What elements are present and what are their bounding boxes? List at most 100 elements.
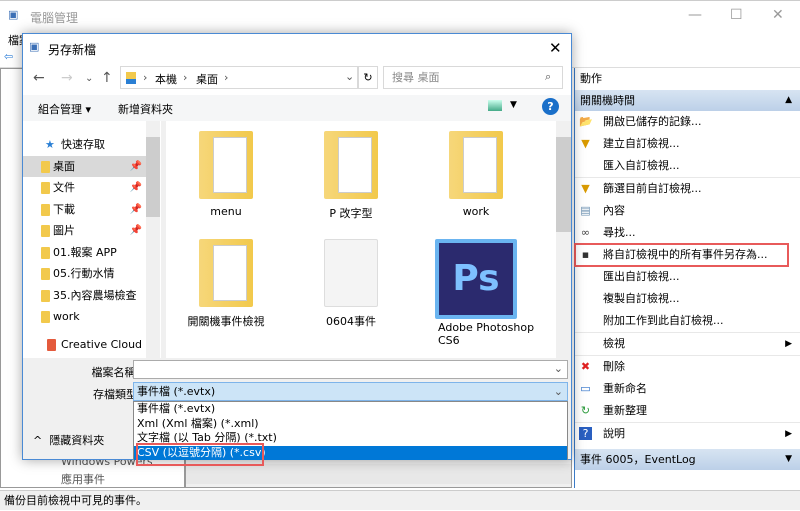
nav-label: 桌面	[53, 159, 75, 173]
pin-icon[interactable]: 📌	[130, 177, 142, 199]
action-item[interactable]: ↻ 重新整理	[575, 400, 800, 422]
pin-icon[interactable]: 📌	[130, 220, 142, 242]
folder-icon	[41, 182, 50, 194]
action-item[interactable]: 附加工作到此自訂檢視...	[575, 310, 800, 332]
nav-item[interactable]: 文件 📌	[23, 177, 146, 199]
files-scrollbar[interactable]	[556, 121, 571, 358]
search-input[interactable]: 搜尋 桌面	[383, 66, 563, 89]
up-button[interactable]: ↑	[101, 70, 113, 86]
action-item[interactable]: 📂 開啟已儲存的記錄...	[575, 111, 800, 133]
minimize-button[interactable]: —	[688, 7, 702, 23]
address-dropdown-icon[interactable]: ⌄	[345, 70, 354, 83]
breadcrumb-desktop[interactable]: 桌面	[196, 71, 218, 87]
recent-dropdown[interactable]: ⌄	[85, 73, 93, 84]
action-item[interactable]: ▤ 內容	[575, 200, 800, 222]
file-name: Adobe Photoshop CS6	[438, 321, 535, 347]
breadcrumb-this-pc[interactable]: 本機	[155, 71, 177, 87]
nav-label: 圖片	[53, 224, 75, 237]
action-item[interactable]: 匯出自訂檢視...	[575, 266, 800, 288]
file-tile[interactable]: 開關機事件檢視	[166, 229, 286, 329]
folder-open-icon: 📂	[579, 115, 593, 128]
file-name: 0604事件	[326, 315, 376, 328]
computer-management-icon: ▣	[8, 8, 19, 21]
nav-creative-cloud[interactable]: Creative Cloud Files	[23, 334, 146, 356]
nav-item[interactable]: 05.行動水情	[23, 263, 146, 285]
tree-item[interactable]: 應用事件	[61, 471, 105, 487]
new-folder-button[interactable]: 新增資料夾	[118, 101, 173, 117]
action-item[interactable]: 匯入自訂檢視...	[575, 155, 800, 177]
action-item[interactable]: ? 說明 ▶	[575, 423, 800, 445]
view-dropdown-icon[interactable]: ▼	[510, 100, 517, 110]
folder-icon	[41, 268, 50, 280]
nav-item[interactable]: 圖片 📌	[23, 220, 146, 242]
forward-button[interactable]: →	[61, 70, 73, 86]
submenu-arrow-icon: ▶	[785, 339, 792, 349]
refresh-icon: ↻	[580, 404, 591, 417]
back-icon[interactable]: ⇦	[4, 50, 13, 63]
action-label: 附加工作到此自訂檢視...	[603, 314, 724, 327]
nav-quick-access[interactable]: ★ 快速存取	[23, 134, 146, 156]
organize-button[interactable]: 組合管理 ▾	[38, 101, 91, 117]
action-item[interactable]: ▼ 篩選目前自訂檢視...	[575, 178, 800, 200]
action-item[interactable]: ✖ 刪除	[575, 356, 800, 378]
action-item[interactable]: 複製自訂檢視...	[575, 288, 800, 310]
folder-icon	[324, 131, 378, 199]
file-name: work	[462, 205, 490, 218]
action-label: 檢視	[603, 337, 625, 350]
filetype-option[interactable]: Xml (Xml 檔案) (*.xml)	[134, 417, 567, 432]
action-item[interactable]: ▭ 重新命名	[575, 378, 800, 400]
file-tile[interactable]: menu	[166, 121, 286, 218]
filetype-option[interactable]: 事件檔 (*.evtx)	[134, 402, 567, 417]
action-item[interactable]: 檢視 ▶	[575, 333, 800, 355]
nav-item[interactable]: 下載 📌	[23, 199, 146, 221]
nav-item[interactable]: 01.報案 APP	[23, 242, 146, 264]
pin-icon[interactable]: 📌	[130, 199, 142, 221]
collapse-icon[interactable]: ▲	[785, 90, 792, 111]
action-label: 開啟已儲存的記錄...	[603, 115, 702, 128]
chevron-down-icon[interactable]: ⌄	[554, 383, 563, 400]
organize-label: 組合管理	[38, 103, 82, 116]
file-name: 開關機事件檢視	[187, 315, 265, 328]
section-boot-time[interactable]: 開關機時間 ▲	[575, 90, 800, 111]
delete-icon: ✖	[580, 360, 591, 373]
close-main-button[interactable]: ✕	[772, 7, 784, 23]
hide-folders-button[interactable]: ^ 隱藏資料夾	[33, 432, 104, 448]
nav-item[interactable]: 35.內容農場檢查	[23, 285, 146, 307]
action-label: 說明	[603, 427, 625, 440]
filename-input[interactable]: ⌄	[133, 360, 568, 379]
close-dialog-button[interactable]: ✕	[549, 39, 562, 57]
file-tile[interactable]: work	[416, 121, 536, 218]
horizontal-scrollbar[interactable]	[186, 464, 571, 484]
star-icon: ★	[45, 138, 55, 151]
view-options-icon[interactable]	[488, 100, 502, 111]
section-title: 開關機時間	[580, 94, 635, 107]
nav-item[interactable]: 桌面 📌	[23, 155, 146, 178]
save-as-dialog: ▣ 另存新檔 ✕ ← → ⌄ ↑ › 本機 › 桌面 › ⌄ ↻ 搜尋 桌面 ⌕…	[22, 33, 572, 466]
back-button[interactable]: ←	[33, 70, 45, 86]
section-event[interactable]: 事件 6005，EventLog ▼	[575, 449, 800, 470]
file-tile[interactable]: Ps Adobe Photoshop CS6	[416, 229, 536, 347]
filter-icon: ▼	[581, 137, 590, 150]
help-icon[interactable]: ?	[542, 98, 559, 115]
nav-scrollbar[interactable]	[146, 121, 160, 358]
folder-icon	[41, 246, 50, 259]
action-item[interactable]: ∞ 尋找...	[575, 222, 800, 244]
pin-icon[interactable]: 📌	[130, 156, 142, 178]
nav-item[interactable]: work	[23, 306, 146, 328]
refresh-button[interactable]: ↻	[358, 66, 378, 89]
submenu-arrow-icon: ▶	[785, 429, 792, 439]
filetype-select[interactable]: 事件檔 (*.evtx) ⌄	[133, 382, 568, 401]
nav-label: 文件	[53, 181, 75, 194]
chevron-down-icon[interactable]: ⌄	[554, 362, 563, 375]
address-bar[interactable]: › 本機 › 桌面 › ⌄	[120, 66, 358, 89]
action-item[interactable]: ▼ 建立自訂檢視...	[575, 133, 800, 155]
maximize-button[interactable]: ☐	[730, 7, 743, 23]
file-tile[interactable]: P 改字型	[291, 121, 411, 221]
file-tile[interactable]: 0604事件	[291, 229, 411, 329]
highlight-box	[574, 243, 789, 267]
action-label: 尋找...	[603, 226, 636, 239]
expand-icon[interactable]: ▼	[785, 449, 792, 470]
nav-label: work	[53, 310, 80, 323]
main-window-title: 電腦管理	[30, 11, 79, 25]
folder-icon	[41, 225, 50, 237]
